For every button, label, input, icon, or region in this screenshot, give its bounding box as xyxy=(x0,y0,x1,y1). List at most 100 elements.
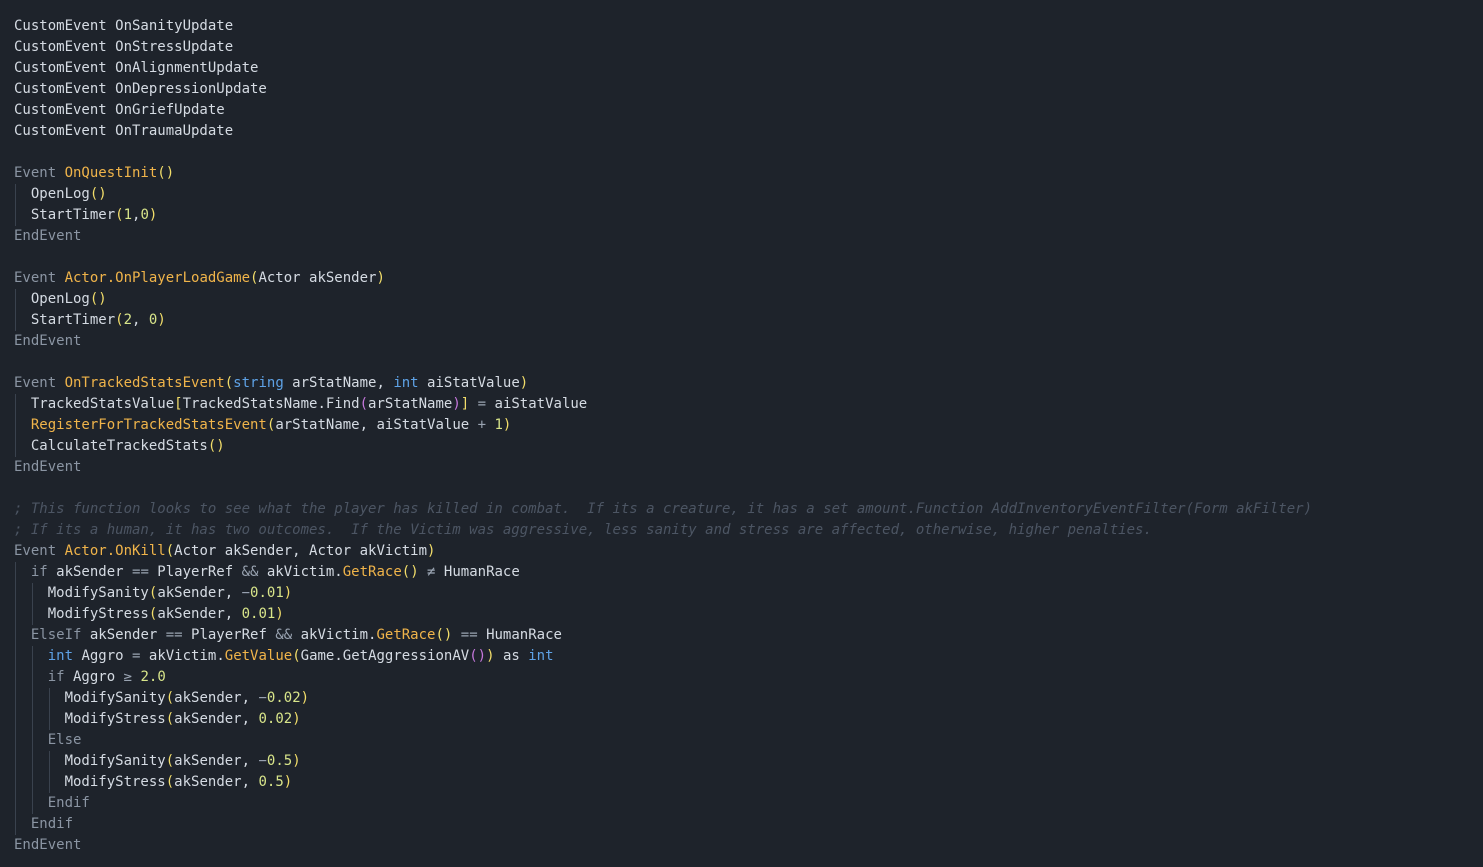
code-token: () xyxy=(401,564,419,580)
code-line[interactable]: CustomEvent OnAlignmentUpdate xyxy=(14,58,1483,79)
indent-guide xyxy=(15,310,16,331)
code-token: == xyxy=(165,627,183,643)
code-line[interactable]: ModifyStress(akSender, 0.5) xyxy=(14,772,1483,793)
code-token: () xyxy=(89,186,107,202)
code-line[interactable]: CustomEvent OnSanityUpdate xyxy=(14,16,1483,37)
code-line[interactable]: Event Actor.OnPlayerLoadGame(Actor akSen… xyxy=(14,268,1483,289)
code-line[interactable]: EndEvent xyxy=(14,835,1483,856)
code-line[interactable]: EndEvent xyxy=(14,331,1483,352)
indent-guide xyxy=(48,751,50,772)
code-token: ( xyxy=(115,312,124,328)
code-token: OpenLog xyxy=(30,291,90,307)
code-token: PlayerRef xyxy=(182,627,276,643)
code-token: akVictim. xyxy=(258,564,343,580)
code-line[interactable]: Event OnTrackedStatsEvent(string arStatN… xyxy=(14,373,1483,394)
code-line[interactable]: EndEvent xyxy=(14,457,1483,478)
code-token: 0.02 xyxy=(266,690,301,706)
indent-guide xyxy=(15,793,16,814)
indent-guide xyxy=(31,646,33,667)
code-token: GetValue xyxy=(224,648,293,664)
code-line[interactable]: int Aggro = akVictim.GetValue(Game.GetAg… xyxy=(14,646,1483,667)
code-line[interactable]: CustomEvent OnDepressionUpdate xyxy=(14,79,1483,100)
code-token: && xyxy=(275,627,293,643)
code-line[interactable] xyxy=(14,478,1483,499)
code-token: GetRace xyxy=(342,564,402,580)
code-token: ( xyxy=(165,753,175,769)
code-token: ) xyxy=(427,543,436,559)
code-token: () xyxy=(435,627,453,643)
code-token: OnQuestInit xyxy=(64,165,158,181)
code-token: akSender, xyxy=(174,711,259,727)
code-token: ) xyxy=(300,690,310,706)
code-token: ) xyxy=(283,585,293,601)
code-token: arStatName, xyxy=(283,375,394,391)
code-token: [ xyxy=(174,396,183,412)
code-line[interactable]: TrackedStatsValue[TrackedStatsName.Find(… xyxy=(14,394,1483,415)
code-line[interactable]: ModifyStress(akSender, 0.01) xyxy=(14,604,1483,625)
code-line[interactable]: CustomEvent OnGriefUpdate xyxy=(14,100,1483,121)
indent-guide xyxy=(31,667,33,688)
indent-guide xyxy=(31,772,33,793)
code-token: ) xyxy=(275,606,284,622)
code-line[interactable]: StartTimer(1,0) xyxy=(14,205,1483,226)
code-line[interactable]: ElseIf akSender == PlayerRef && akVictim… xyxy=(14,625,1483,646)
code-line[interactable]: OpenLog() xyxy=(14,184,1483,205)
code-token: int xyxy=(528,648,554,664)
indent-guide xyxy=(15,730,16,751)
code-token: ≠ xyxy=(418,564,444,580)
indent-guide xyxy=(15,625,16,646)
code-token: == xyxy=(132,564,149,580)
code-token: HumanRace xyxy=(443,564,520,580)
indent-guide xyxy=(15,394,16,415)
indent-guide xyxy=(15,562,16,583)
code-token: ) xyxy=(486,648,495,664)
indent-guide xyxy=(15,289,16,310)
code-token: OnTrackedStatsEvent xyxy=(64,375,225,391)
code-token: ModifySanity xyxy=(64,753,166,769)
code-line[interactable]: StartTimer(2, 0) xyxy=(14,310,1483,331)
code-token: CustomEvent OnSanityUpdate xyxy=(14,18,234,34)
code-line[interactable]: Endif xyxy=(14,793,1483,814)
indent-guide xyxy=(15,205,16,226)
code-line[interactable]: CustomEvent OnStressUpdate xyxy=(14,37,1483,58)
code-line[interactable]: CustomEvent OnTraumaUpdate xyxy=(14,121,1483,142)
code-token: Event xyxy=(14,270,65,286)
code-line[interactable]: Event OnQuestInit() xyxy=(14,163,1483,184)
code-line[interactable]: if akSender == PlayerRef && akVictim.Get… xyxy=(14,562,1483,583)
indent-guide xyxy=(31,751,33,772)
code-line[interactable]: EndEvent xyxy=(14,226,1483,247)
code-line[interactable]: Else xyxy=(14,730,1483,751)
code-line[interactable]: ; This function looks to see what the pl… xyxy=(14,499,1483,520)
code-line[interactable]: ; If its a human, it has two outcomes. I… xyxy=(14,520,1483,541)
code-line[interactable]: Event Actor.OnKill(Actor akSender, Actor… xyxy=(14,541,1483,562)
code-token: ModifySanity xyxy=(64,690,166,706)
code-token: Event xyxy=(14,165,65,181)
code-token: 0 xyxy=(140,207,149,223)
code-line[interactable]: ModifySanity(akSender, −0.5) xyxy=(14,751,1483,772)
indent-guide xyxy=(31,583,33,604)
code-line[interactable]: Endif xyxy=(14,814,1483,835)
code-line[interactable]: ModifySanity(akSender, −0.02) xyxy=(14,688,1483,709)
code-line[interactable]: if Aggro ≥ 2.0 xyxy=(14,667,1483,688)
code-line[interactable]: CalculateTrackedStats() xyxy=(14,436,1483,457)
code-line[interactable]: ModifySanity(akSender, −0.01) xyxy=(14,583,1483,604)
code-line[interactable] xyxy=(14,142,1483,163)
code-token: ) xyxy=(502,417,512,433)
code-line[interactable]: RegisterForTrackedStatsEvent(arStatName,… xyxy=(14,415,1483,436)
code-token: = xyxy=(469,396,495,412)
code-token: akVictim. xyxy=(292,627,377,643)
code-token: () xyxy=(207,438,225,454)
code-token: ( xyxy=(359,396,369,412)
code-line[interactable] xyxy=(14,352,1483,373)
code-token: − xyxy=(241,585,251,601)
code-editor[interactable]: CustomEvent OnSanityUpdate CustomEvent On… xyxy=(0,0,1483,867)
code-token: RegisterForTrackedStatsEvent xyxy=(30,417,267,433)
code-line[interactable] xyxy=(14,247,1483,268)
code-token: () xyxy=(469,648,487,664)
code-line[interactable]: OpenLog() xyxy=(14,289,1483,310)
code-line[interactable]: ModifyStress(akSender, 0.02) xyxy=(14,709,1483,730)
indent-guide xyxy=(15,814,16,835)
indent-guide xyxy=(15,751,16,772)
code-token: EndEvent xyxy=(14,333,82,349)
indent-guide xyxy=(15,709,16,730)
